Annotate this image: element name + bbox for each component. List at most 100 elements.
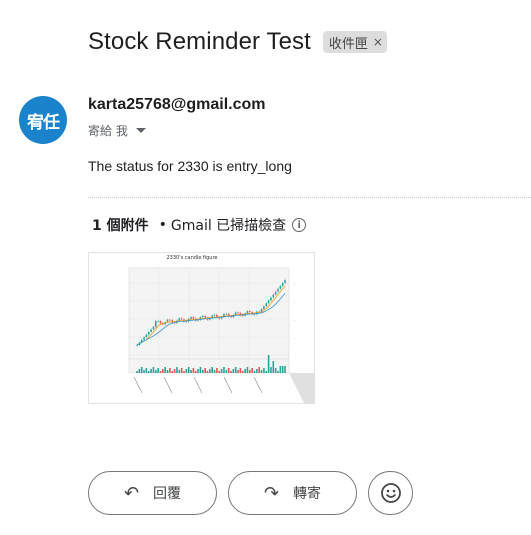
volume-bar xyxy=(225,370,228,373)
volume-bar xyxy=(171,371,174,373)
remove-label-icon[interactable]: × xyxy=(373,35,383,49)
volume-bar xyxy=(272,361,275,373)
svg-text:···: ··· xyxy=(293,336,296,340)
candle-body xyxy=(152,326,155,330)
volume-bar xyxy=(187,367,190,373)
volume-bar xyxy=(237,370,239,373)
volume-bar xyxy=(253,371,256,373)
volume-bar xyxy=(206,371,209,373)
candle-body xyxy=(263,306,265,310)
inbox-label-chip[interactable]: 收件匣 × xyxy=(322,31,387,53)
chart-plot-area xyxy=(128,267,290,374)
candle-body xyxy=(178,318,181,321)
candle-body xyxy=(197,320,199,321)
volume-bar xyxy=(234,367,237,373)
svg-text:···: ··· xyxy=(293,282,296,286)
volume-bar xyxy=(180,368,183,373)
scan-status: Gmail 已掃描檢查 xyxy=(170,218,287,234)
attachment-thumbnail[interactable]: 2330's candle figure ··· ··· ··· ··· xyxy=(88,252,315,404)
volume-bar xyxy=(239,368,242,373)
volume-bar xyxy=(260,370,263,373)
candle-body xyxy=(225,313,228,315)
volume-bar xyxy=(277,371,279,373)
volume-bar xyxy=(241,371,244,373)
candle-body xyxy=(143,337,145,340)
volume-bar xyxy=(185,369,188,373)
sender-avatar[interactable]: 宥任 xyxy=(19,96,67,144)
volume-bar xyxy=(223,367,225,373)
reply-button[interactable]: ↶ 回覆 xyxy=(88,471,217,515)
forward-icon: ↷ xyxy=(263,482,280,504)
volume-bar xyxy=(138,369,141,373)
reply-icon: ↶ xyxy=(123,482,140,504)
volume-bar xyxy=(169,368,171,373)
volume-bar xyxy=(256,369,258,373)
candle-body xyxy=(265,303,268,307)
volume-bar xyxy=(232,369,235,373)
reply-label: 回覆 xyxy=(153,486,182,502)
volume-bar xyxy=(147,371,150,373)
bullet-separator: • xyxy=(158,217,167,233)
x-tick-labels xyxy=(133,376,263,394)
volume-bar xyxy=(150,369,152,373)
candle-body xyxy=(267,300,270,304)
volume-bar xyxy=(209,369,211,373)
candle-body xyxy=(204,315,206,318)
candle-body xyxy=(169,319,171,321)
candle-body xyxy=(241,315,244,317)
volume-bar xyxy=(265,371,268,373)
emoji-reaction-button[interactable] xyxy=(368,471,413,515)
sender-email[interactable]: karta25768@gmail.com xyxy=(88,96,265,114)
candle-body xyxy=(159,321,162,324)
y-tick-labels: ··· ··· ··· ··· xyxy=(293,282,296,340)
volume-bar xyxy=(263,368,265,373)
thumbnail-title: 2330's candle figure xyxy=(166,255,217,261)
volume-bar xyxy=(192,368,195,373)
volume-bar xyxy=(140,367,143,373)
candle-body xyxy=(277,288,279,292)
volume-bar xyxy=(157,368,159,373)
candle-body xyxy=(180,318,183,320)
volume-bar xyxy=(164,367,166,373)
volume-bar xyxy=(213,370,216,373)
volume-bar xyxy=(270,367,272,373)
volume-bar xyxy=(216,368,218,373)
details-dropdown-icon[interactable] xyxy=(135,128,146,133)
candle-body xyxy=(192,317,195,319)
candle-body xyxy=(145,334,148,338)
recipient-text: 寄給 我 xyxy=(88,124,128,138)
volume-bar xyxy=(155,370,157,373)
volume-bar xyxy=(178,370,181,373)
candle-body xyxy=(237,312,239,314)
volume-bar xyxy=(145,368,148,373)
candle-body xyxy=(281,283,284,286)
volume-bar xyxy=(227,368,230,373)
volume-bar xyxy=(246,367,249,373)
svg-text:···: ··· xyxy=(293,318,296,322)
volume-bar xyxy=(281,366,284,373)
volume-bar xyxy=(274,368,277,373)
candle-body xyxy=(185,321,188,323)
candle-body xyxy=(147,332,150,335)
email-body: The status for 2330 is entry_long xyxy=(88,158,292,174)
volume-bar xyxy=(218,371,221,373)
volume-bar xyxy=(279,366,282,373)
candle-body xyxy=(155,321,157,327)
volume-bar xyxy=(249,370,251,373)
subject-row: Stock Reminder Test 收件匣 × xyxy=(88,26,387,58)
volume-bar xyxy=(197,369,199,373)
volume-bar xyxy=(176,367,178,373)
candle-chart-image: 2330's candle figure ··· ··· ··· ··· xyxy=(128,255,314,403)
volume-bar xyxy=(183,371,185,373)
candle-body xyxy=(272,294,275,298)
volume-bar xyxy=(199,367,202,373)
volume-bar xyxy=(251,368,253,373)
attachment-header: 1 個附件 • Gmail 已掃描檢查 i xyxy=(92,215,307,235)
candle-body xyxy=(150,329,152,332)
info-icon[interactable]: i xyxy=(292,218,307,232)
forward-button[interactable]: ↷ 轉寄 xyxy=(228,471,357,515)
volume-bar xyxy=(152,367,155,373)
candle-body xyxy=(202,315,204,318)
candle-body xyxy=(274,291,277,295)
volume-bar xyxy=(194,371,197,373)
